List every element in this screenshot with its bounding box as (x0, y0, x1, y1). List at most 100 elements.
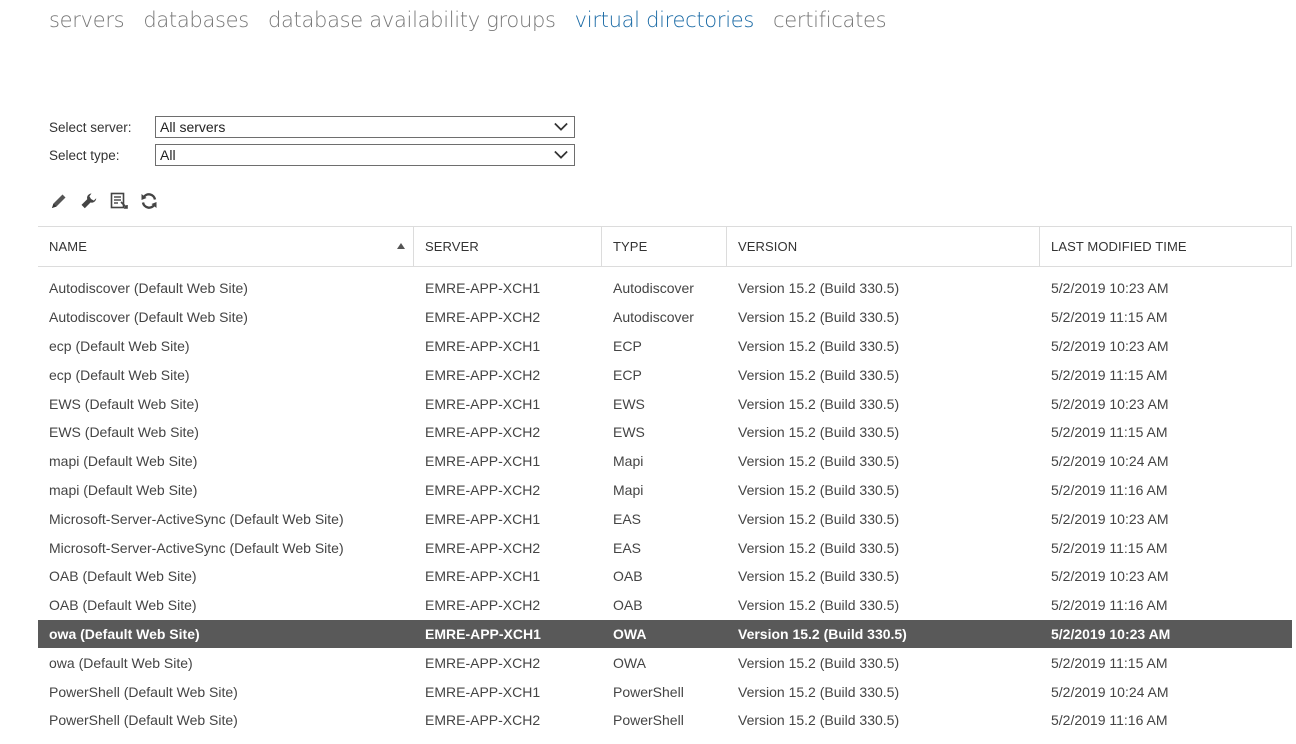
cell-server: EMRE-APP-XCH2 (425, 654, 541, 671)
cell-server: EMRE-APP-XCH2 (425, 481, 541, 498)
cell-last-modified: 5/2/2019 10:24 AM (1051, 453, 1169, 470)
edit-pencil-icon[interactable] (48, 190, 70, 212)
column-header-name-label: NAME (49, 239, 87, 254)
refresh-icon[interactable] (138, 190, 160, 212)
table-row[interactable]: Autodiscover (Default Web Site) EMRE-APP-… (38, 274, 1292, 303)
table-row[interactable]: EWS (Default Web Site) EMRE-APP-XCH2 EWS Ve… (38, 418, 1292, 447)
table-row-selected[interactable]: owa (Default Web Site) EMRE-APP-XCH1 OWA Ve… (38, 619, 1292, 649)
column-header-last-modified-time[interactable]: LAST MODIFIED TIME (1040, 227, 1292, 266)
cell-server: EMRE-APP-XCH1 (425, 510, 541, 527)
cell-server: EMRE-APP-XCH1 (425, 337, 541, 354)
cell-server: EMRE-APP-XCH2 (425, 366, 541, 383)
table-row[interactable]: OAB (Default Web Site) EMRE-APP-XCH1 OAB Ve… (38, 562, 1292, 591)
cell-type: ECP (613, 337, 642, 354)
cell-version: Version 15.2 (Build 330.5) (738, 654, 900, 671)
server-select-value: All servers (160, 119, 226, 135)
cell-version: Version 15.2 (Build 330.5) (738, 395, 900, 412)
cell-type: Mapi (613, 453, 644, 470)
toolbar (48, 190, 160, 212)
table-row[interactable]: OAB (Default Web Site) EMRE-APP-XCH2 OAB Ve… (38, 591, 1292, 620)
cell-version: Version 15.2 (Build 330.5) (738, 453, 900, 470)
cell-type: OAB (613, 597, 643, 614)
cell-version: Version 15.2 (Build 330.5) (738, 309, 900, 326)
tab-certificates[interactable]: certificates (773, 8, 887, 32)
cell-last-modified: 5/2/2019 11:15 AM (1051, 366, 1168, 383)
table-row[interactable]: owa (Default Web Site) EMRE-APP-XCH2 OWA Ve… (38, 648, 1292, 677)
cell-type: ECP (613, 366, 642, 383)
cell-last-modified: 5/2/2019 10:23 AM (1051, 395, 1169, 412)
cell-last-modified: 5/2/2019 11:16 AM (1051, 481, 1168, 498)
table-row[interactable]: PowerShell (Default Web Site) EMRE-APP-XC… (38, 706, 1292, 735)
cell-version: Version 15.2 (Build 330.5) (738, 280, 900, 297)
nav-tabs: servers databases database availability … (49, 8, 905, 32)
column-header-last-modified-label: LAST MODIFIED TIME (1051, 239, 1187, 254)
server-filter-row: Select server: All servers (49, 116, 575, 138)
cell-last-modified: 5/2/2019 11:16 AM (1051, 712, 1168, 729)
column-header-version[interactable]: VERSION (727, 227, 1040, 266)
table-header: NAME SERVER TYPE VERSION LAST MODIFIED T… (38, 227, 1292, 267)
cell-name: EWS (Default Web Site) (49, 424, 199, 441)
cell-last-modified: 5/2/2019 10:23 AM (1051, 337, 1169, 354)
wrench-icon[interactable] (78, 190, 100, 212)
tab-database-availability-groups[interactable]: database availability groups (268, 8, 556, 32)
cell-name: OAB (Default Web Site) (49, 597, 197, 614)
type-select[interactable]: All (155, 144, 575, 166)
cell-version: Version 15.2 (Build 330.5) (738, 337, 900, 354)
cell-type: EAS (613, 510, 642, 527)
cell-server: EMRE-APP-XCH2 (425, 597, 541, 614)
cell-last-modified: 5/2/2019 11:15 AM (1051, 424, 1168, 441)
cell-type: OWA (613, 625, 647, 642)
cell-last-modified: 5/2/2019 11:15 AM (1051, 309, 1168, 326)
cell-type: EAS (613, 539, 642, 556)
table-row[interactable]: Microsoft-Server-ActiveSync (Default Web… (38, 504, 1292, 533)
cell-version: Version 15.2 (Build 330.5) (738, 683, 900, 700)
cell-server: EMRE-APP-XCH1 (425, 568, 541, 585)
cell-name: EWS (Default Web Site) (49, 395, 199, 412)
cell-name: owa (Default Web Site) (49, 625, 200, 642)
select-server-label: Select server: (49, 119, 132, 135)
table-row[interactable]: Microsoft-Server-ActiveSync (Default Web… (38, 533, 1292, 562)
column-header-server-label: SERVER (425, 239, 479, 254)
cell-server: EMRE-APP-XCH1 (425, 395, 541, 412)
column-header-type[interactable]: TYPE (602, 227, 727, 266)
cell-version: Version 15.2 (Build 330.5) (738, 366, 900, 383)
column-header-version-label: VERSION (738, 239, 798, 254)
cell-server: EMRE-APP-XCH1 (425, 683, 541, 700)
table-row[interactable]: ecp (Default Web Site) EMRE-APP-XCH1 ECP Ve… (38, 332, 1292, 361)
cell-type: PowerShell (613, 712, 684, 729)
cell-last-modified: 5/2/2019 10:24 AM (1051, 683, 1169, 700)
column-header-name[interactable]: NAME (38, 227, 414, 266)
table-row[interactable]: EWS (Default Web Site) EMRE-APP-XCH1 EWS Ve… (38, 389, 1292, 418)
tab-servers[interactable]: servers (49, 8, 125, 32)
cell-last-modified: 5/2/2019 11:15 AM (1051, 539, 1168, 556)
cell-server: EMRE-APP-XCH2 (425, 539, 541, 556)
tab-databases[interactable]: databases (143, 8, 249, 32)
tab-virtual-directories[interactable]: virtual directories (575, 8, 755, 32)
table-row[interactable]: PowerShell (Default Web Site) EMRE-APP-XC… (38, 677, 1292, 706)
cell-name: Autodiscover (Default Web Site) (49, 309, 248, 326)
table-row[interactable]: mapi (Default Web Site) EMRE-APP-XCH1 Mapi… (38, 447, 1292, 476)
cell-version: Version 15.2 (Build 330.5) (738, 625, 907, 642)
server-select[interactable]: All servers (155, 116, 575, 138)
cell-server: EMRE-APP-XCH2 (425, 712, 541, 729)
cell-version: Version 15.2 (Build 330.5) (738, 568, 900, 585)
table-row[interactable]: Autodiscover (Default Web Site) EMRE-APP-… (38, 303, 1292, 332)
type-filter-row: Select type: All (49, 144, 575, 166)
cell-type: PowerShell (613, 683, 684, 700)
cell-last-modified: 5/2/2019 11:15 AM (1051, 654, 1168, 671)
table-body: Autodiscover (Default Web Site) EMRE-APP-… (38, 267, 1292, 735)
cell-type: EWS (613, 424, 645, 441)
table-row[interactable]: ecp (Default Web Site) EMRE-APP-XCH2 ECP Ve… (38, 360, 1292, 389)
cell-version: Version 15.2 (Build 330.5) (738, 712, 900, 729)
cell-last-modified: 5/2/2019 10:23 AM (1051, 568, 1169, 585)
cell-version: Version 15.2 (Build 330.5) (738, 539, 900, 556)
cell-name: PowerShell (Default Web Site) (49, 683, 238, 700)
cell-name: owa (Default Web Site) (49, 654, 193, 671)
cell-name: mapi (Default Web Site) (49, 481, 198, 498)
cell-version: Version 15.2 (Build 330.5) (738, 481, 900, 498)
table-row[interactable]: mapi (Default Web Site) EMRE-APP-XCH2 Mapi… (38, 476, 1292, 505)
cell-type: Autodiscover (613, 309, 694, 326)
cell-type: Mapi (613, 481, 644, 498)
reset-directory-icon[interactable] (108, 190, 130, 212)
column-header-server[interactable]: SERVER (414, 227, 602, 266)
